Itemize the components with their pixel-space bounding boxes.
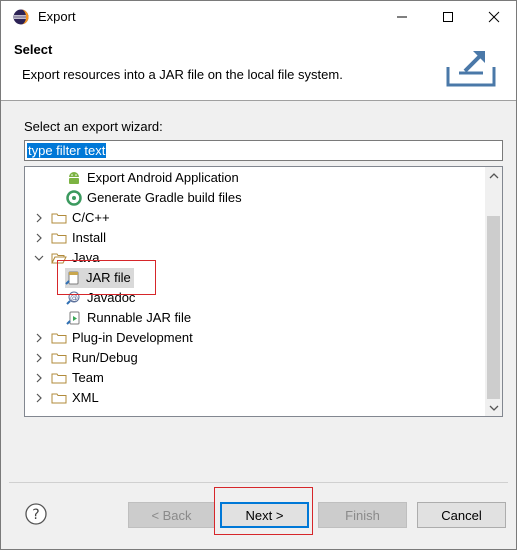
close-icon [488,11,500,23]
runnable-jar-icon [66,311,80,325]
folder-icon [51,353,67,364]
folder-icon [51,233,67,244]
scroll-up-button[interactable] [485,167,502,184]
tree-item-generate-gradle[interactable]: Generate Gradle build files [66,188,242,208]
tree-item-install[interactable]: Install [33,228,106,248]
tree-item-xml[interactable]: XML [33,388,99,408]
close-button[interactable] [471,1,517,33]
android-icon [69,172,79,184]
chevron-right-icon[interactable] [33,352,45,364]
folder-icon [51,333,67,344]
tree-item-runnable-jar[interactable]: Runnable JAR file [66,308,191,328]
chevron-right-icon[interactable] [33,372,45,384]
finish-button[interactable]: Finish [318,502,407,528]
filter-text: type filter text [27,143,107,158]
export-dialog: Export Select Export resources into a JA… [0,0,517,550]
help-icon[interactable]: ? [25,503,47,525]
tree-item-plugin-development[interactable]: Plug-in Development [33,328,193,348]
chevron-right-icon[interactable] [33,212,45,224]
minimize-button[interactable] [379,1,425,33]
title-bar: Export [1,1,516,33]
footer-divider [9,482,508,483]
tree-item-team[interactable]: Team [33,368,104,388]
wizard-prompt: Select an export wizard: [24,119,163,134]
folder-icon [51,373,67,384]
chevron-down-icon [489,405,498,411]
back-button[interactable]: < Back [128,502,215,528]
annotation-highlight-next [214,487,313,535]
scroll-thumb[interactable] [487,216,500,399]
window-title: Export [38,9,76,24]
folder-icon [51,213,67,224]
tree-scrollbar[interactable] [485,167,502,416]
chevron-up-icon [489,172,498,178]
cancel-button[interactable]: Cancel [417,502,506,528]
chevron-right-icon[interactable] [33,392,45,404]
folder-icon [51,393,67,404]
gradle-icon [66,190,82,206]
eclipse-icon [13,9,29,25]
filter-input[interactable]: type filter text [24,140,503,161]
annotation-highlight-jar [57,260,156,295]
chevron-right-icon[interactable] [33,232,45,244]
scroll-down-button[interactable] [485,399,502,416]
tree-item-cpp[interactable]: C/C++ [33,208,110,228]
maximize-icon [443,12,453,22]
maximize-button[interactable] [425,1,471,33]
wizard-banner: Select Export resources into a JAR file … [1,33,516,101]
export-wizard-icon [446,51,496,87]
tree-item-run-debug[interactable]: Run/Debug [33,348,138,368]
chevron-right-icon[interactable] [33,332,45,344]
banner-description: Export resources into a JAR file on the … [22,67,343,82]
background-window-edge [517,0,525,550]
banner-title: Select [14,42,53,57]
svg-text:?: ? [32,507,39,523]
minimize-icon [397,16,407,18]
tree-item-export-android-application[interactable]: Export Android Application [66,168,239,188]
chevron-down-icon[interactable] [33,252,45,264]
